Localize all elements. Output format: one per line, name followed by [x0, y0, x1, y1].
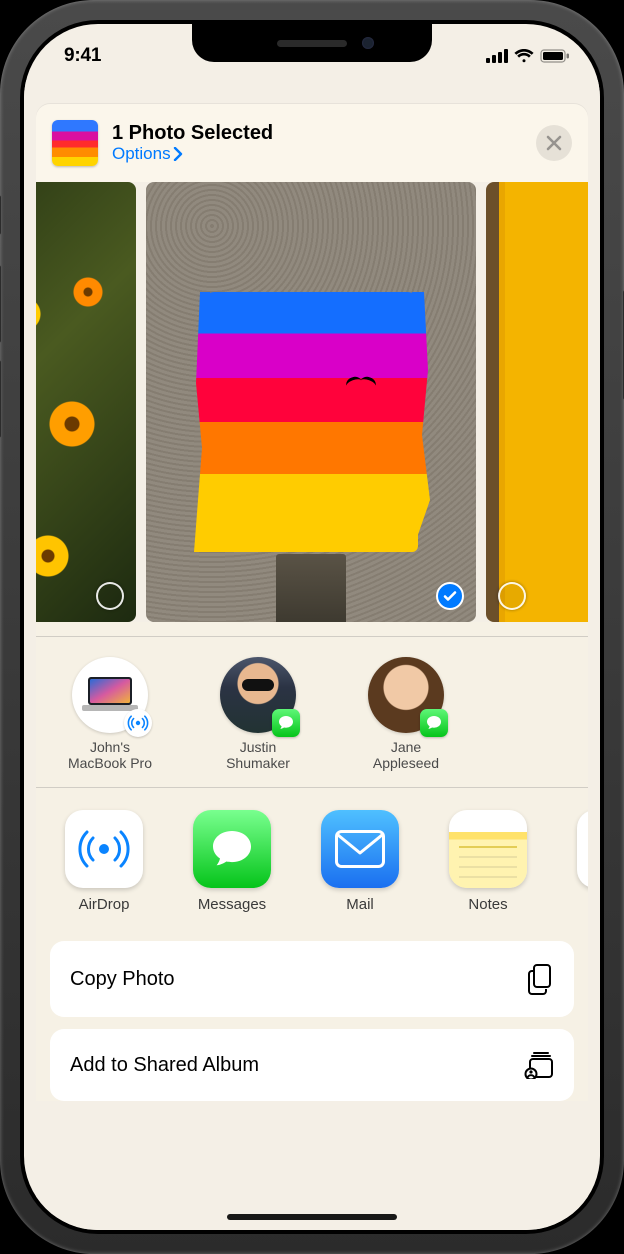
- wifi-icon: [514, 49, 534, 63]
- front-camera: [362, 37, 374, 49]
- header-thumbnail: [52, 120, 98, 166]
- airdrop-icon: [65, 810, 143, 888]
- app-notes[interactable]: Notes: [438, 810, 538, 913]
- app-reminders[interactable]: Re: [566, 810, 588, 913]
- messages-icon: [193, 810, 271, 888]
- app-label: AirDrop: [79, 896, 130, 913]
- shared-album-icon: [522, 1051, 554, 1079]
- backdrop: [24, 80, 600, 104]
- photo-thumbnail[interactable]: [486, 182, 588, 622]
- battery-icon: [540, 49, 570, 63]
- contact-label: John's MacBook Pro: [68, 739, 152, 771]
- photo-strip[interactable]: [36, 182, 588, 622]
- selection-check-icon[interactable]: [436, 582, 464, 610]
- contact-label: Jane Appleseed: [373, 739, 439, 771]
- options-button[interactable]: Options: [112, 144, 183, 164]
- screen: 9:41: [24, 24, 600, 1230]
- reminders-icon: [577, 810, 588, 888]
- photo-thumbnail[interactable]: [146, 182, 476, 622]
- cellular-icon: [486, 49, 508, 63]
- action-label: Add to Shared Album: [70, 1054, 259, 1077]
- share-target-jane[interactable]: Jane Appleseed: [346, 657, 466, 771]
- selection-ring-icon[interactable]: [96, 582, 124, 610]
- notes-icon: [449, 810, 527, 888]
- app-airdrop[interactable]: AirDrop: [54, 810, 154, 913]
- share-target-macbook[interactable]: John's MacBook Pro: [50, 657, 170, 771]
- share-header: 1 Photo Selected Options: [36, 104, 588, 182]
- mute-switch: [0, 195, 1, 235]
- messages-badge-icon: [272, 709, 300, 737]
- volume-up-button: [0, 265, 1, 343]
- close-button[interactable]: [536, 125, 572, 161]
- app-label: Notes: [468, 896, 507, 913]
- action-copy-photo[interactable]: Copy Photo: [50, 941, 574, 1017]
- messages-badge-icon: [420, 709, 448, 737]
- close-icon: [546, 135, 562, 151]
- chevron-right-icon: [173, 147, 183, 161]
- app-mail[interactable]: Mail: [310, 810, 410, 913]
- share-sheet: 1 Photo Selected Options: [36, 104, 588, 1230]
- device-frame: 9:41: [0, 0, 624, 1254]
- app-messages[interactable]: Messages: [182, 810, 282, 913]
- airdrop-contacts-row[interactable]: John's MacBook Pro Justin Shumaker: [36, 637, 588, 787]
- photo-thumbnail[interactable]: [36, 182, 136, 622]
- share-target-justin[interactable]: Justin Shumaker: [198, 657, 318, 771]
- action-add-shared-album[interactable]: Add to Shared Album: [50, 1029, 574, 1101]
- notch: [192, 24, 432, 62]
- contact-label: Justin Shumaker: [226, 739, 290, 771]
- selection-ring-icon[interactable]: [498, 582, 526, 610]
- options-label: Options: [112, 144, 171, 164]
- mail-icon: [321, 810, 399, 888]
- apps-row[interactable]: AirDrop Messages Mail: [36, 788, 588, 931]
- action-label: Copy Photo: [70, 968, 175, 991]
- airdrop-badge-icon: [124, 709, 152, 737]
- app-label: Messages: [198, 896, 266, 913]
- selection-title: 1 Photo Selected: [112, 122, 522, 144]
- home-indicator[interactable]: [227, 1214, 397, 1220]
- app-label: Mail: [346, 896, 374, 913]
- speaker-grille: [277, 40, 347, 47]
- status-icons: [486, 49, 570, 63]
- copy-icon: [526, 963, 554, 995]
- status-time: 9:41: [64, 45, 101, 67]
- volume-down-button: [0, 360, 1, 438]
- actions-list: Copy Photo Add to Shared Album: [36, 931, 588, 1101]
